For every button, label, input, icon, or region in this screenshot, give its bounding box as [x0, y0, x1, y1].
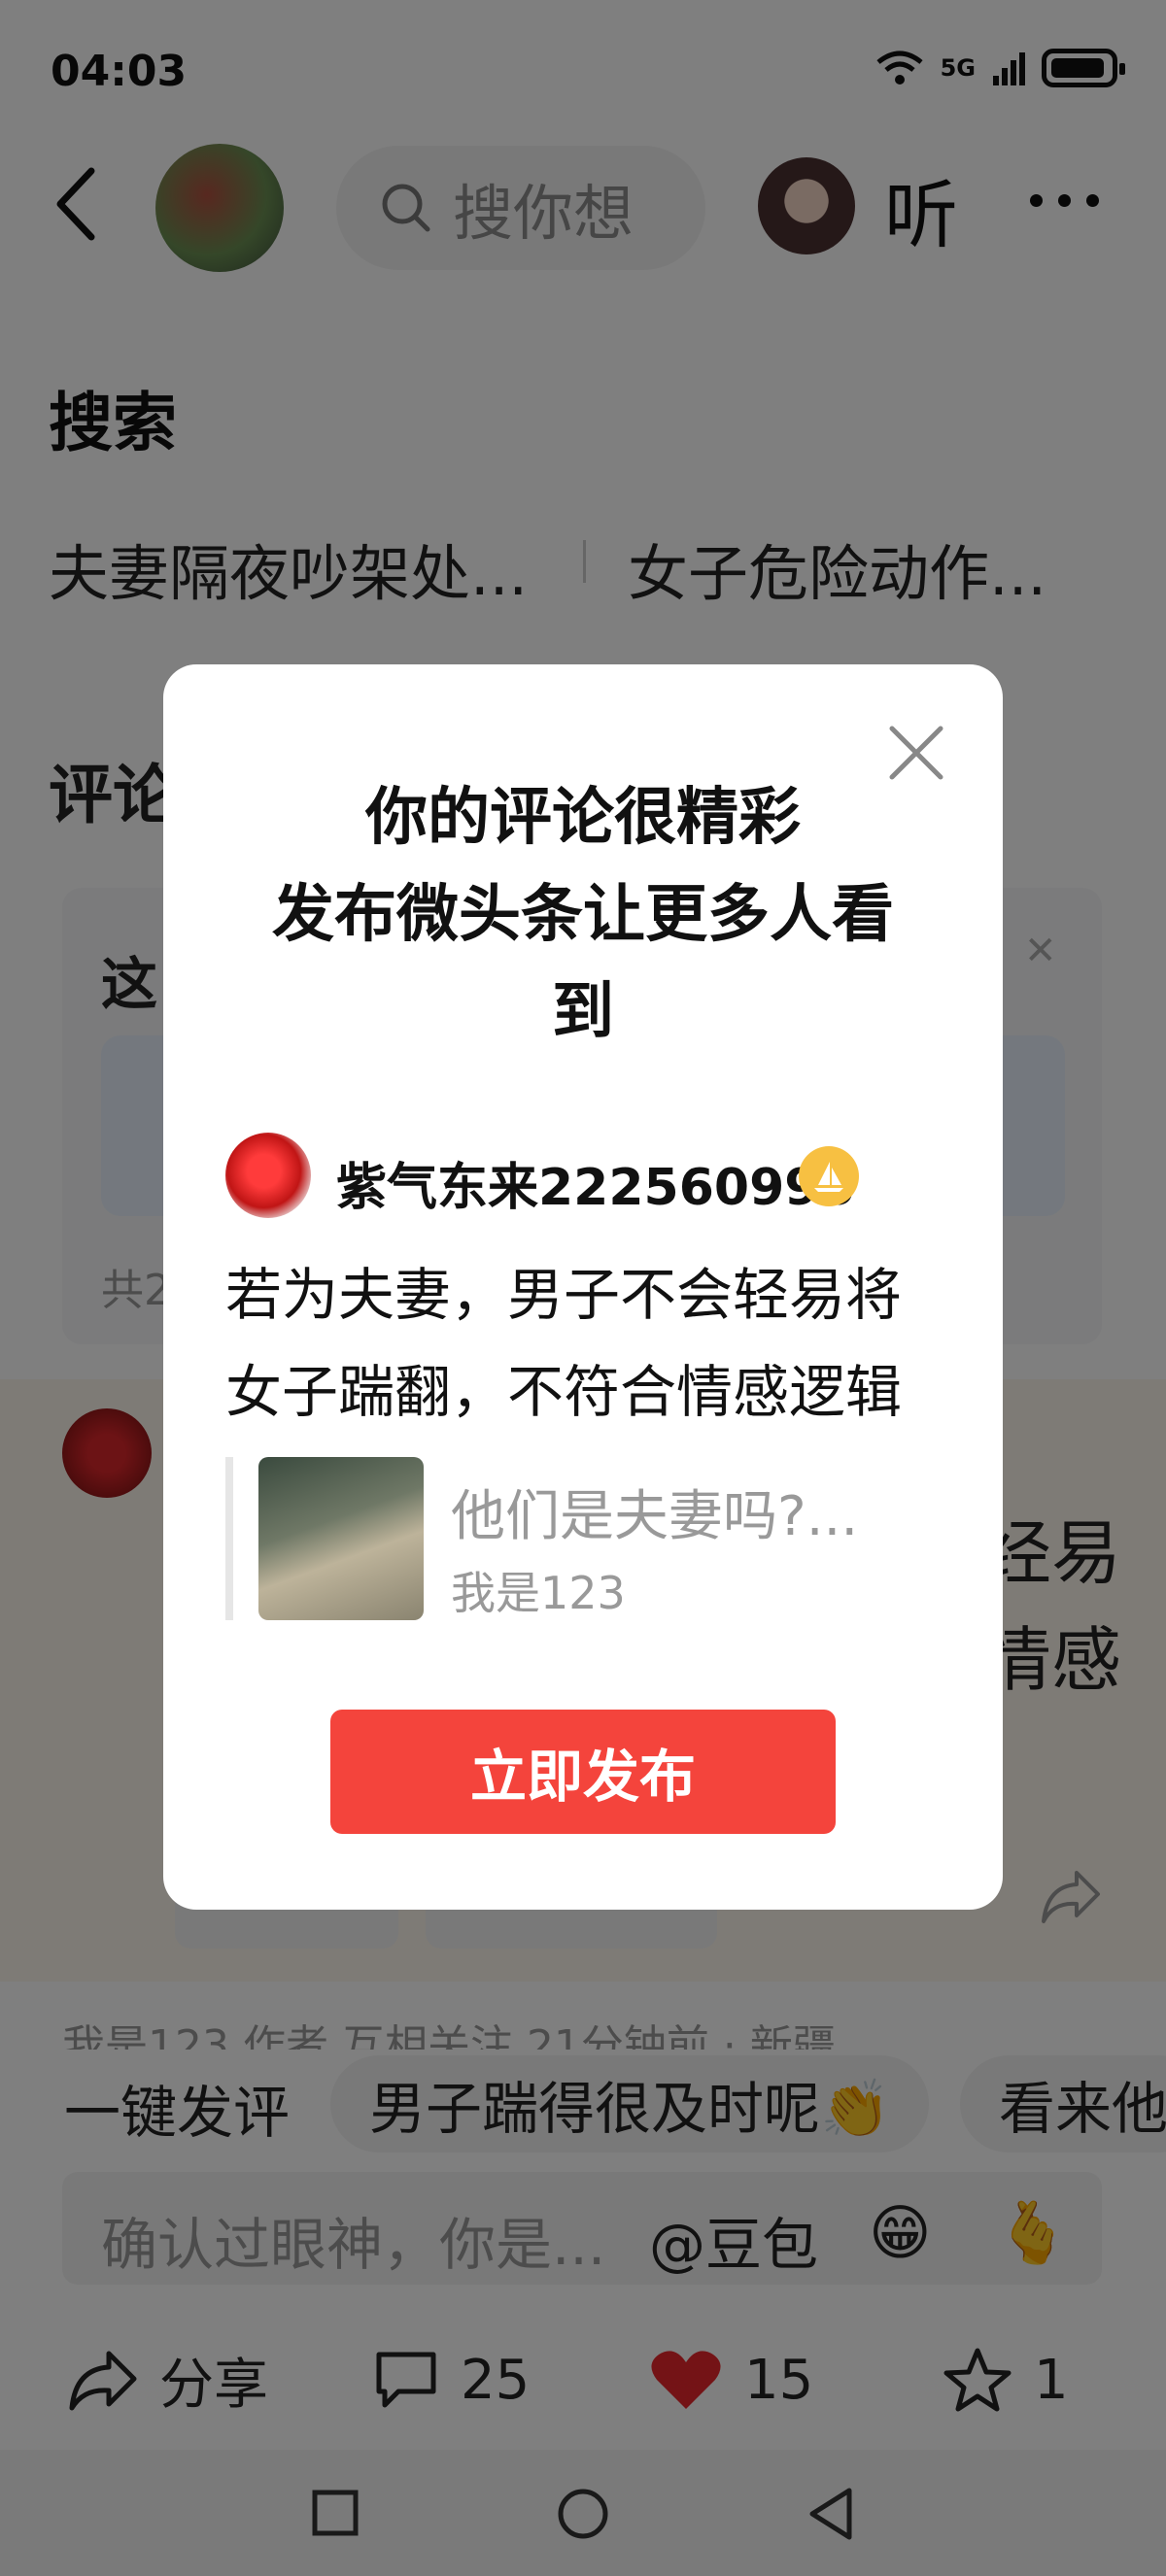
sailboat-badge-icon — [799, 1146, 859, 1206]
status-dim-overlay — [0, 0, 1166, 124]
page: 04:03 5G 搜你想 听 搜索 夫妻隔夜吵架处... 女子危险动作... 评… — [0, 0, 1166, 2576]
quote-bar — [225, 1457, 233, 1620]
username: 紫气东来222560996 — [336, 1159, 855, 1217]
quoted-article-title: 他们是夫妻吗?... — [451, 1485, 859, 1548]
user-avatar — [225, 1133, 311, 1218]
modal-title-line-2: 发布微头条让更多人看 — [272, 879, 894, 951]
comment-line-1: 若为夫妻，男子不会轻易将 — [225, 1262, 903, 1328]
modal-title-line-1: 你的评论很精彩 — [365, 782, 801, 854]
quoted-article-author: 我是123 — [451, 1567, 626, 1619]
modal-title-line-3: 到 — [552, 976, 614, 1048]
comment-line-2: 女子踹翻，不符合情感逻辑 — [225, 1359, 903, 1425]
nav-dim-overlay — [0, 2450, 1166, 2576]
publish-button[interactable]: 立即发布 — [330, 1710, 836, 1834]
quoted-article-thumbnail — [258, 1457, 424, 1620]
